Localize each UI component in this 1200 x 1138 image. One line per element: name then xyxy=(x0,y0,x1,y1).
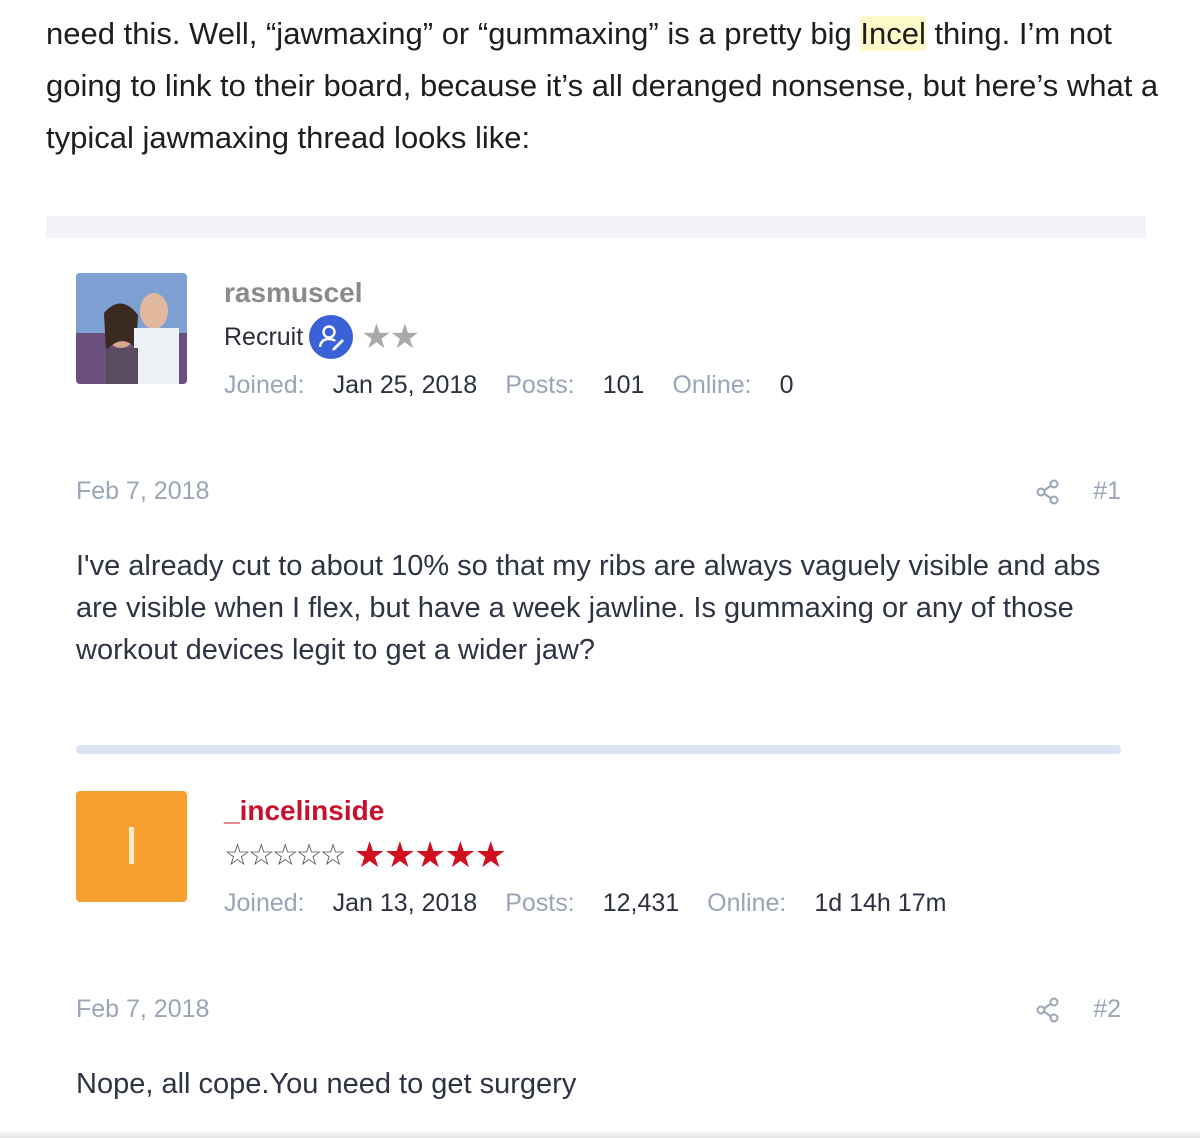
user-stats: Joined: Jan 13, 2018 Posts: 12,431 Onlin… xyxy=(224,881,1084,925)
post-divider xyxy=(76,745,1121,754)
incel-link[interactable]: Incel xyxy=(860,16,926,51)
avatar-photo-icon xyxy=(76,273,187,384)
joined-label: Joined: xyxy=(224,889,305,917)
username[interactable]: rasmuscel xyxy=(224,273,1084,313)
posts-value: 101 xyxy=(602,371,645,399)
user-edit-icon xyxy=(309,315,354,359)
post-number[interactable]: #1 xyxy=(1093,471,1121,511)
post-1-body: I've already cut to about 10% so that my… xyxy=(76,550,1101,666)
online-value: 0 xyxy=(779,371,794,399)
posts-label: Posts: xyxy=(505,889,575,917)
bottom-edge-shadow xyxy=(0,1130,1200,1138)
online-label: Online: xyxy=(672,371,752,399)
joined-value: Jan 13, 2018 xyxy=(332,889,478,917)
post-number[interactable]: #2 xyxy=(1093,989,1121,1029)
thread-top-bar xyxy=(46,216,1146,238)
online-label: Online: xyxy=(707,889,787,917)
post-2-meta: Feb 7, 2018 #2 xyxy=(76,989,1121,1029)
post-date[interactable]: Feb 7, 2018 xyxy=(76,989,209,1029)
joined-label: Joined: xyxy=(224,371,305,399)
outline-stars: ☆☆☆☆☆ xyxy=(224,838,346,872)
online-value: 1d 14h 17m xyxy=(814,889,947,917)
posts-label: Posts: xyxy=(505,371,575,399)
joined-value: Jan 25, 2018 xyxy=(332,371,478,399)
user-stats: Joined: Jan 25, 2018 Posts: 101 Online: … xyxy=(224,363,1084,407)
share-icon[interactable] xyxy=(1035,479,1061,505)
username[interactable]: _incelinside xyxy=(224,791,1084,831)
rank-stars: ★★★★★ xyxy=(353,834,506,875)
post-2-body: Nope, all cope.You need to get surgery xyxy=(76,1068,577,1100)
posts-value: 12,431 xyxy=(602,889,680,917)
post-1-meta: Feb 7, 2018 #1 xyxy=(76,471,1121,511)
avatar[interactable] xyxy=(76,273,187,384)
article-paragraph: need this. Well, “jawmaxing” or “gummaxi… xyxy=(46,8,1166,164)
intro-text-before: need this. Well, “jawmaxing” or “gummaxi… xyxy=(46,16,861,51)
avatar[interactable]: I xyxy=(76,791,187,902)
post-date[interactable]: Feb 7, 2018 xyxy=(76,471,209,511)
rank-stars: ★★ xyxy=(361,318,420,356)
rank-title: Recruit xyxy=(224,322,304,351)
share-icon[interactable] xyxy=(1035,997,1061,1023)
